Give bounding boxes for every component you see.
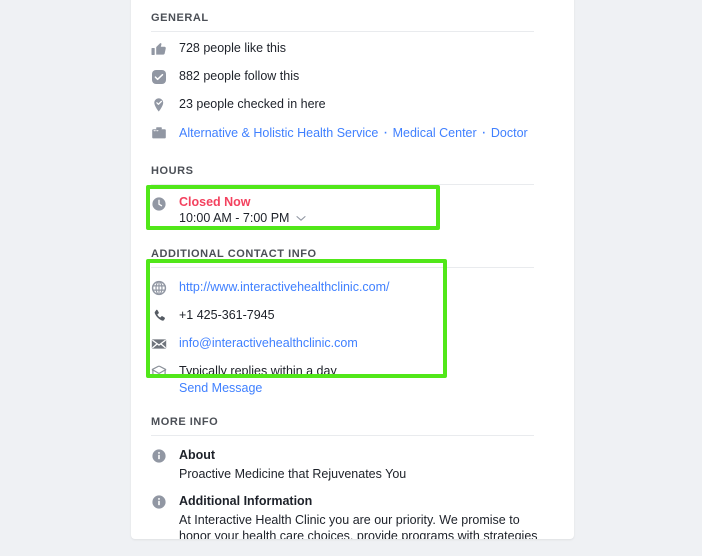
section-heading-more-info: MORE INFO [151,416,219,428]
email-link[interactable]: info@interactivehealthclinic.com [179,335,358,351]
divider-hours [151,184,534,185]
info-icon [151,494,167,510]
stat-row-likes: 728 people like this [151,34,554,62]
page-info-card: GENERAL 728 people like this 882 people … [131,0,574,539]
section-heading-general: GENERAL [151,12,209,24]
status-badge-closed: Closed Now [179,195,251,209]
additional-info-row: Additional Information [151,482,554,510]
category-links: Alternative & Holistic Health Service · … [179,124,528,142]
stat-row-checkins: 23 people checked in here [151,90,554,118]
about-body: Proactive Medicine that Rejuvenates You [179,467,407,481]
hours-detail: Closed Now 10:00 AM - 7:00 PM [179,195,307,227]
contact-row-messenger: Typically replies within a day Send Mess… [151,357,554,402]
hours-row[interactable]: Closed Now 10:00 AM - 7:00 PM [151,187,554,232]
clock-icon [151,196,167,212]
website-link[interactable]: http://www.interactivehealthclinic.com/ [179,279,390,295]
divider-contact [151,267,534,268]
thumbs-up-icon [151,41,167,57]
message-icon [151,364,167,380]
info-icon [151,448,167,464]
additional-info-title: Additional Information [179,494,313,508]
contact-row-website[interactable]: http://www.interactivehealthclinic.com/ [151,270,554,301]
stat-checkins-text: 23 people checked in here [179,97,326,111]
category-separator-0: · [378,124,393,141]
messenger-reply-time: Typically replies within a day [179,364,337,378]
category-link-1[interactable]: Medical Center [393,126,477,140]
globe-icon [151,280,167,296]
category-separator-1: · [476,124,491,141]
divider-more-info [151,435,534,436]
divider-general [151,31,534,32]
stat-follows-text: 882 people follow this [179,69,300,83]
section-heading-hours: HOURS [151,165,194,177]
additional-info-text: At Interactive Health Clinic you are our… [179,513,538,539]
about-row: About [151,438,554,464]
section-heading-contact: ADDITIONAL CONTACT INFO [151,248,317,260]
send-message-button[interactable]: Send Message [179,381,262,395]
stat-row-follows: 882 people follow this [151,62,554,90]
stat-likes-text: 728 people like this [179,41,287,55]
location-pin-icon [151,97,167,113]
categories-row: Alternative & Holistic Health Service · … [151,118,554,147]
phone-number-text: +1 425-361-7945 [179,308,275,322]
additional-info-body: At Interactive Health Clinic you are our… [179,512,541,539]
category-link-0[interactable]: Alternative & Holistic Health Service [179,126,378,140]
hours-time-range-row[interactable]: 10:00 AM - 7:00 PM [179,210,307,227]
contact-row-phone: +1 425-361-7945 [151,301,554,329]
envelope-icon [151,336,167,352]
check-circle-icon [151,69,167,85]
briefcase-icon [151,125,167,141]
chevron-down-icon[interactable] [296,215,307,222]
messenger-detail: Typically replies within a day Send Mess… [179,363,337,397]
contact-row-email[interactable]: info@interactivehealthclinic.com [151,329,554,357]
category-link-2[interactable]: Doctor [491,126,528,140]
phone-icon [151,308,167,324]
hours-time-range-text: 10:00 AM - 7:00 PM [179,211,290,225]
about-title: About [179,448,216,462]
page-root: GENERAL 728 people like this 882 people … [0,0,702,556]
